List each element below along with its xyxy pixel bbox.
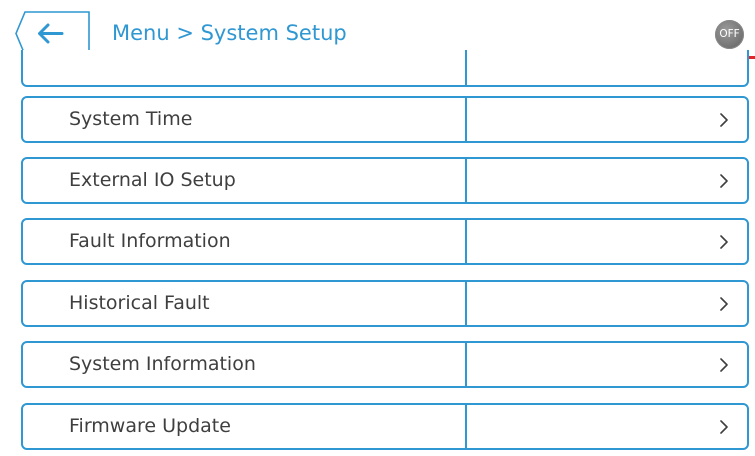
row-divider [465, 220, 467, 263]
menu-list: System Time External IO Setup Fault Info… [0, 0, 755, 456]
row-divider [465, 282, 467, 325]
list-item-system-time[interactable]: System Time [21, 96, 749, 143]
chevron-right-icon [720, 297, 728, 311]
row-divider [465, 343, 467, 386]
row-divider [465, 50, 467, 85]
list-item-label: Fault Information [69, 230, 231, 252]
list-item-label: System Information [69, 353, 256, 375]
list-item-label: Historical Fault [69, 292, 210, 314]
row-divider [465, 159, 467, 202]
chevron-right-icon [720, 174, 728, 188]
chevron-right-icon [720, 420, 728, 434]
list-item-firmware-update[interactable]: Firmware Update [21, 403, 749, 450]
row-divider [465, 98, 467, 141]
list-item-external-io-setup[interactable]: External IO Setup [21, 157, 749, 204]
chevron-right-icon [720, 235, 728, 249]
list-item-label: Firmware Update [69, 415, 231, 437]
list-item-fault-information[interactable]: Fault Information [21, 218, 749, 265]
list-item-system-information[interactable]: System Information [21, 341, 749, 388]
list-item-historical-fault[interactable]: Historical Fault [21, 280, 749, 327]
list-item-label: External IO Setup [69, 169, 236, 191]
list-item-label: System Time [69, 108, 193, 130]
row-divider [465, 405, 467, 448]
chevron-right-icon [720, 358, 728, 372]
chevron-right-icon [720, 113, 728, 127]
list-item-partial [21, 50, 749, 87]
